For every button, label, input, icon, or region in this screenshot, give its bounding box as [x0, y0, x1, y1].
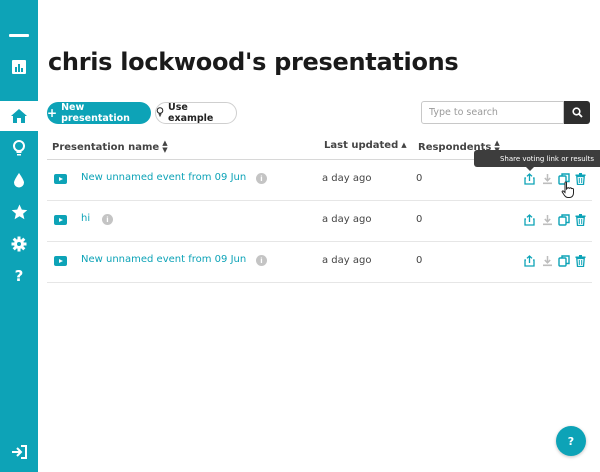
- play-icon[interactable]: [54, 174, 67, 184]
- sidebar-item-favorites[interactable]: [0, 197, 38, 227]
- respondents-value: 0: [416, 214, 423, 225]
- search-input[interactable]: [421, 101, 564, 124]
- column-header-last-updated[interactable]: Last updated ▲: [324, 140, 407, 151]
- sidebar: ?: [0, 0, 38, 472]
- help-chat-button[interactable]: ?: [556, 426, 586, 456]
- use-example-label: Use example: [168, 102, 214, 124]
- duplicate-icon[interactable]: [557, 213, 571, 227]
- info-icon[interactable]: i: [102, 214, 113, 225]
- column-header-last-updated-label: Last updated: [324, 140, 399, 151]
- last-updated-value: a day ago: [322, 255, 372, 266]
- new-presentation-label: New presentation: [61, 102, 130, 124]
- share-icon[interactable]: [522, 172, 536, 186]
- sidebar-item-help[interactable]: ?: [0, 261, 38, 291]
- page-title: chris lockwood's presentations: [48, 48, 459, 76]
- column-header-name[interactable]: Presentation name ▲ ▼: [52, 140, 168, 154]
- table-row: New unnamed event from 09 Jun i a day ag…: [47, 242, 592, 283]
- gear-icon: [11, 236, 27, 252]
- logo-icon[interactable]: [0, 52, 38, 82]
- question-icon: ?: [14, 267, 24, 285]
- trash-icon[interactable]: [573, 172, 587, 186]
- trash-icon[interactable]: [573, 254, 587, 268]
- share-icon[interactable]: [522, 254, 536, 268]
- last-updated-value: a day ago: [322, 173, 372, 184]
- column-header-name-label: Presentation name: [52, 141, 160, 153]
- sidebar-item-ideas[interactable]: [0, 133, 38, 163]
- home-icon: [10, 108, 28, 124]
- use-example-button[interactable]: Use example: [155, 102, 237, 124]
- sidebar-top-bar: [9, 34, 29, 37]
- download-icon[interactable]: [540, 213, 554, 227]
- drop-icon: [13, 172, 25, 188]
- sidebar-item-themes[interactable]: [0, 165, 38, 195]
- respondents-value: 0: [416, 173, 423, 184]
- search-button[interactable]: [564, 101, 590, 124]
- presentation-name-link[interactable]: hi: [81, 213, 90, 224]
- help-chat-icon: ?: [567, 434, 575, 448]
- presentation-name-link[interactable]: New unnamed event from 09 Jun: [81, 254, 246, 265]
- hand-cursor-icon: [561, 181, 575, 203]
- star-icon: [11, 204, 28, 220]
- play-icon[interactable]: [54, 215, 67, 225]
- sidebar-item-settings[interactable]: [0, 229, 38, 259]
- new-presentation-button[interactable]: + New presentation: [47, 102, 151, 124]
- last-updated-value: a day ago: [322, 214, 372, 225]
- info-icon[interactable]: i: [256, 255, 267, 266]
- trash-icon[interactable]: [573, 213, 587, 227]
- lightbulb-icon: [156, 106, 164, 120]
- respondents-value: 0: [416, 255, 423, 266]
- sort-up-icon: ▲: [401, 141, 407, 149]
- main-content: chris lockwood's presentations + New pre…: [38, 0, 600, 472]
- info-icon[interactable]: i: [256, 173, 267, 184]
- download-icon[interactable]: [540, 254, 554, 268]
- sidebar-item-home[interactable]: [0, 101, 38, 131]
- sort-icon: ▲▼: [162, 139, 168, 154]
- share-icon[interactable]: [522, 213, 536, 227]
- share-tooltip: Share voting link or results: [474, 150, 600, 171]
- duplicate-icon[interactable]: [557, 254, 571, 268]
- play-icon[interactable]: [54, 256, 67, 266]
- search-icon: [571, 103, 583, 122]
- presentation-name-link[interactable]: New unnamed event from 09 Jun: [81, 172, 246, 183]
- logout-icon: [11, 445, 27, 459]
- plus-icon: +: [47, 106, 58, 120]
- lightbulb-icon: [12, 140, 26, 156]
- sidebar-item-logout[interactable]: [0, 437, 38, 467]
- download-icon[interactable]: [540, 172, 554, 186]
- table-row: hi i a day ago 0: [47, 201, 592, 242]
